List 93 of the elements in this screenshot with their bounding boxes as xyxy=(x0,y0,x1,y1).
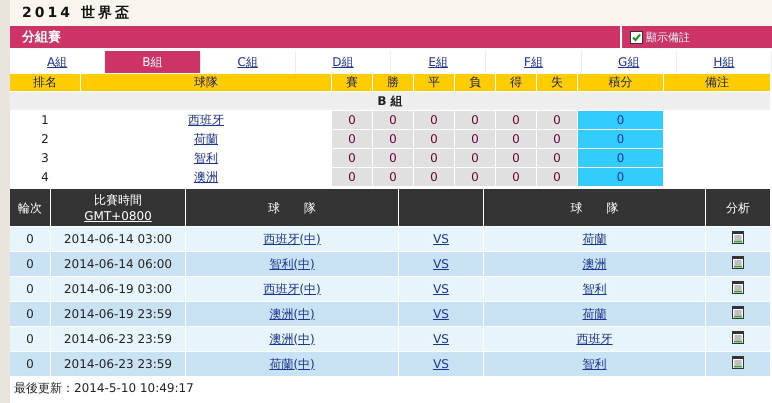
team-link[interactable]: 澳洲 xyxy=(194,170,218,184)
column-header: 得 xyxy=(496,74,536,91)
vs-link[interactable]: VS xyxy=(433,307,449,321)
match-time-cell: 2014-06-23 23:59 xyxy=(51,352,185,376)
home-team-link[interactable]: 西班牙(中) xyxy=(263,232,321,246)
stat-cell: 0 xyxy=(332,111,372,129)
points-cell: 0 xyxy=(578,149,663,167)
stat-cell: 0 xyxy=(373,130,413,148)
stat-cell: 0 xyxy=(414,149,454,167)
round-cell: 0 xyxy=(10,302,50,326)
page-title: 2014 世界盃 xyxy=(22,4,132,22)
chart-table-icon[interactable] xyxy=(732,306,744,319)
stat-cell: 0 xyxy=(455,149,495,167)
match-time-cell: 2014-06-19 23:59 xyxy=(51,302,185,326)
vs-link[interactable]: VS xyxy=(433,257,449,271)
round-cell: 0 xyxy=(10,277,50,301)
stat-cell: 0 xyxy=(496,168,536,186)
column-header: 平 xyxy=(414,74,454,91)
round-cell: 0 xyxy=(10,352,50,376)
column-header: 負 xyxy=(455,74,495,91)
away-team-link[interactable]: 澳洲 xyxy=(582,256,606,270)
column-header: 積分 xyxy=(578,74,663,91)
last-updated-text: 最後更新：2014-5-10 10:49:17 xyxy=(13,380,195,397)
section-title: 分組賽 xyxy=(10,26,620,48)
match-time-cell: 2014-06-23 23:59 xyxy=(51,327,185,351)
stat-cell: 0 xyxy=(455,168,495,186)
stat-cell: 0 xyxy=(373,149,413,167)
team-link[interactable]: 智利 xyxy=(194,150,218,164)
match-time-cell: 2014-06-14 06:00 xyxy=(51,252,185,276)
home-team-link[interactable]: 荷蘭(中) xyxy=(269,356,315,370)
stat-cell: 0 xyxy=(373,111,413,129)
vs-link[interactable]: VS xyxy=(433,357,449,371)
chart-table-icon[interactable] xyxy=(732,256,744,269)
column-header: 失 xyxy=(537,74,577,91)
stat-cell: 0 xyxy=(455,130,495,148)
stat-cell: 0 xyxy=(496,111,536,129)
vs-link[interactable]: VS xyxy=(433,332,449,346)
column-header: 分析 xyxy=(706,189,770,226)
column-header: 排名 xyxy=(10,74,80,91)
stat-cell: 0 xyxy=(332,168,372,186)
stat-cell: 0 xyxy=(414,111,454,129)
round-cell: 0 xyxy=(10,252,50,276)
group-tab[interactable]: C組 xyxy=(200,51,296,73)
chart-table-icon[interactable] xyxy=(732,231,744,244)
timezone-link[interactable]: GMT+0800 xyxy=(84,208,152,222)
team-link[interactable]: 荷蘭 xyxy=(194,132,218,146)
stat-cell: 0 xyxy=(496,130,536,148)
group-tab[interactable]: B組 xyxy=(105,51,200,73)
stat-cell: 0 xyxy=(537,149,577,167)
chart-table-icon[interactable] xyxy=(732,281,744,294)
show-notes-checkbox[interactable] xyxy=(630,30,643,44)
away-team-link[interactable]: 智利 xyxy=(582,282,606,296)
column-header: 輪次 xyxy=(10,189,50,226)
stat-cell: 0 xyxy=(496,149,536,167)
column-header: 球隊 xyxy=(81,74,331,91)
vs-link[interactable]: VS xyxy=(433,232,449,246)
away-team-link[interactable]: 荷蘭 xyxy=(582,306,606,320)
points-cell: 0 xyxy=(578,130,663,148)
match-time-cell: 2014-06-19 03:00 xyxy=(51,277,185,301)
match-time-cell: 2014-06-14 03:00 xyxy=(51,227,185,251)
stat-cell: 0 xyxy=(537,111,577,129)
column-header: 勝 xyxy=(373,74,413,91)
column-header: 比賽時間 xyxy=(94,192,142,206)
home-team-link[interactable]: 西班牙(中) xyxy=(263,282,321,296)
home-team-link[interactable]: 澳洲(中) xyxy=(269,332,315,346)
group-label: B 組 xyxy=(377,94,403,108)
column-header: 球 隊 xyxy=(484,189,705,226)
stat-cell: 0 xyxy=(537,130,577,148)
points-cell: 0 xyxy=(578,168,663,186)
stat-cell: 0 xyxy=(455,111,495,129)
stat-cell: 0 xyxy=(414,168,454,186)
round-cell: 0 xyxy=(10,327,50,351)
round-cell: 0 xyxy=(10,227,50,251)
chart-table-icon[interactable] xyxy=(732,356,744,369)
stat-cell: 0 xyxy=(537,168,577,186)
group-tab[interactable]: G組 xyxy=(582,51,677,73)
away-team-link[interactable]: 智利 xyxy=(582,356,606,370)
stat-cell: 0 xyxy=(373,168,413,186)
column-header: 賽 xyxy=(332,74,372,91)
stat-cell: 0 xyxy=(332,130,372,148)
vs-link[interactable]: VS xyxy=(433,282,449,296)
stat-cell: 0 xyxy=(332,149,372,167)
column-header: 備注 xyxy=(664,74,770,91)
chart-table-icon[interactable] xyxy=(732,331,744,344)
points-cell: 0 xyxy=(578,111,663,129)
away-team-link[interactable]: 荷蘭 xyxy=(582,232,606,246)
stat-cell: 0 xyxy=(414,130,454,148)
home-team-link[interactable]: 智利(中) xyxy=(269,256,315,270)
away-team-link[interactable]: 西班牙 xyxy=(576,332,612,346)
team-link[interactable]: 西班牙 xyxy=(188,112,224,126)
show-notes-label: 顯示備註 xyxy=(646,30,690,44)
home-team-link[interactable]: 澳洲(中) xyxy=(269,306,315,320)
column-header: 球 隊 xyxy=(186,189,398,226)
